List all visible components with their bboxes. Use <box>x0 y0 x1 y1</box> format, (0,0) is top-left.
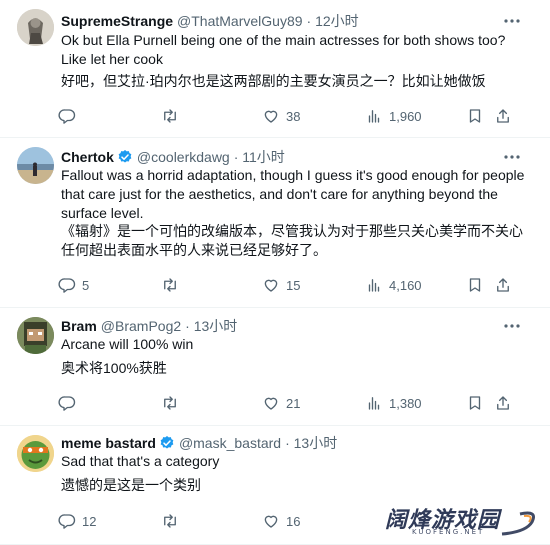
tweet-text: Ok but Ella Purnell being one of the mai… <box>61 32 506 67</box>
verified-badge-icon <box>160 436 174 449</box>
bookmark-icon <box>469 396 481 410</box>
view-count: 4,160 <box>389 277 422 293</box>
retweet-button[interactable] <box>161 393 179 413</box>
views-chart-icon <box>368 279 380 292</box>
avatar[interactable] <box>17 9 54 46</box>
reply-button[interactable]: 5 <box>58 275 89 295</box>
reply-count: 5 <box>82 277 90 293</box>
reply-count: 12 <box>82 513 97 529</box>
user-handle[interactable]: @ThatMarvelGuy89 <box>177 12 302 30</box>
heart-icon <box>264 397 278 410</box>
share-button[interactable] <box>494 275 512 295</box>
reply-icon <box>58 396 76 411</box>
views-chart-icon <box>368 397 380 410</box>
like-count: 21 <box>286 395 301 411</box>
bookmark-button[interactable] <box>466 275 484 295</box>
watermark-subtitle: KUOFENG.NET <box>412 528 485 536</box>
tweet-translation: 奥术将100%获胜 <box>61 360 167 376</box>
user-handle[interactable]: @BramPog2 <box>101 317 181 335</box>
retweet-icon <box>164 514 176 528</box>
more-options-icon[interactable] <box>502 148 522 166</box>
tweet-header: Bram @BramPog2 · 13小时 <box>61 317 237 335</box>
display-name[interactable]: Chertok <box>61 148 114 166</box>
tweet-text: Fallout was a horrid adaptation, though … <box>61 167 525 221</box>
views-button[interactable]: 1,380 <box>365 393 422 413</box>
tweet-actions: 38 1,960 <box>56 106 526 126</box>
views-chart-icon <box>368 110 380 123</box>
share-button[interactable] <box>494 106 512 126</box>
retweet-button[interactable] <box>161 275 179 295</box>
retweet-icon <box>164 396 176 410</box>
like-button[interactable]: 21 <box>262 393 300 413</box>
heart-icon <box>264 515 278 528</box>
reply-icon <box>58 109 76 124</box>
user-handle[interactable]: @coolerkdawg <box>137 148 230 166</box>
avatar[interactable] <box>17 317 54 354</box>
tweet-header: SupremeStrange @ThatMarvelGuy89 · 12小时 <box>61 12 359 30</box>
timestamp[interactable]: · 13小时 <box>285 434 337 452</box>
retweet-button[interactable] <box>161 511 179 531</box>
tweet-translation: 遗憾的是这是一个类别 <box>61 477 201 493</box>
timestamp[interactable]: · 13小时 <box>185 317 237 335</box>
timestamp[interactable]: · 11小时 <box>234 148 285 166</box>
like-count: 38 <box>286 108 301 124</box>
like-count: 16 <box>286 513 301 529</box>
avatar[interactable] <box>17 435 54 472</box>
retweet-icon <box>164 109 176 123</box>
tweet-3[interactable]: Bram @BramPog2 · 13小时 Arcane will 100% w… <box>0 308 550 426</box>
bookmark-button[interactable] <box>466 106 484 126</box>
tweet-translation: 好吧，但艾拉·珀内尔也是这两部剧的主要女演员之一？比如让她做饭 <box>61 73 486 89</box>
reply-button[interactable]: 12 <box>58 511 96 531</box>
display-name[interactable]: Bram <box>61 317 97 335</box>
more-options-icon[interactable] <box>502 12 522 30</box>
like-button[interactable]: 38 <box>262 106 300 126</box>
heart-icon <box>264 110 278 123</box>
tweet-2[interactable]: Chertok @coolerkdawg · 11小时 Fallout was … <box>0 138 550 308</box>
reply-icon <box>58 514 76 529</box>
retweet-icon <box>164 278 176 292</box>
view-count: 1,960 <box>389 108 422 124</box>
reply-icon <box>58 278 76 293</box>
tweet-header: Chertok @coolerkdawg · 11小时 <box>61 148 285 166</box>
tweet-actions: 5 15 4,160 <box>56 275 526 295</box>
like-count: 15 <box>286 277 301 293</box>
tweet-text: Sad that that's a category <box>61 453 220 469</box>
bookmark-icon <box>469 109 481 123</box>
bookmark-button[interactable] <box>466 393 484 413</box>
avatar[interactable] <box>17 147 54 184</box>
share-button[interactable] <box>494 393 512 413</box>
heart-icon <box>264 279 278 292</box>
views-button[interactable]: 4,160 <box>365 275 422 295</box>
watermark-logo: 阔烽游戏园 KUOFENG.NET <box>382 500 542 542</box>
display-name[interactable]: SupremeStrange <box>61 12 173 30</box>
like-button[interactable]: 16 <box>262 511 300 531</box>
tweet-translation: 《辐射》是一个可怕的改编版本，尽管我认为对于那些只关心美学而不关心任何超出表面水… <box>61 223 523 258</box>
more-options-icon[interactable] <box>502 317 522 335</box>
reply-button[interactable] <box>58 106 82 126</box>
tweet-header: meme bastard @mask_bastard · 13小时 <box>61 434 337 452</box>
reply-button[interactable] <box>58 393 82 413</box>
tweet-1[interactable]: SupremeStrange @ThatMarvelGuy89 · 12小时 O… <box>0 0 550 138</box>
retweet-button[interactable] <box>161 106 179 126</box>
bookmark-icon <box>469 278 481 292</box>
timestamp[interactable]: · 12小时 <box>307 12 359 30</box>
tweet-actions: 21 1,380 <box>56 393 526 413</box>
share-icon <box>497 109 509 123</box>
view-count: 1,380 <box>389 395 422 411</box>
display-name[interactable]: meme bastard <box>61 434 156 452</box>
tweet-text: Arcane will 100% win <box>61 336 194 352</box>
like-button[interactable]: 15 <box>262 275 300 295</box>
views-button[interactable]: 1,960 <box>365 106 422 126</box>
share-icon <box>497 278 509 292</box>
user-handle[interactable]: @mask_bastard <box>179 434 281 452</box>
verified-badge-icon <box>118 150 132 163</box>
share-icon <box>497 396 509 410</box>
